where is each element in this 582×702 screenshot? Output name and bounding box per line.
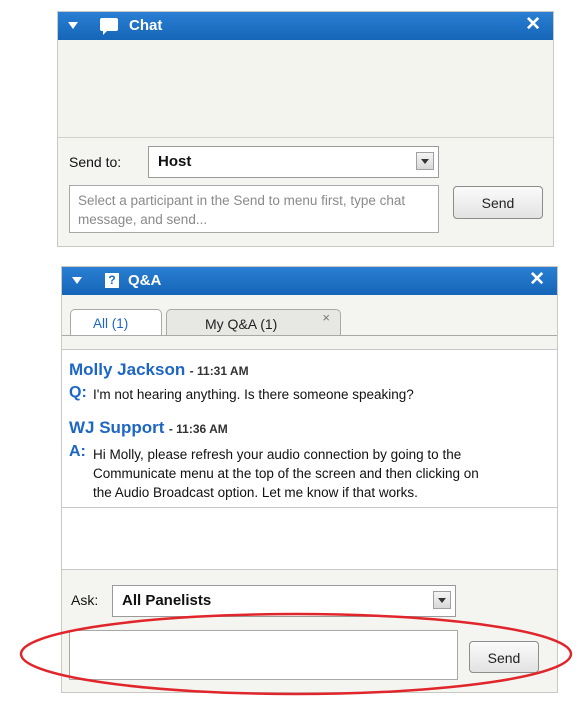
- tab-baseline: [62, 335, 557, 336]
- answer-text-line: Communicate menu at the top of the scree…: [93, 466, 479, 481]
- qa-list-divider: [62, 507, 557, 508]
- tab-my-qa[interactable]: My Q&A (1) ×: [166, 309, 341, 336]
- send-to-label: Send to:: [69, 154, 122, 170]
- tab-all-label: All (1): [93, 316, 129, 331]
- qa-title: Q&A: [128, 272, 162, 289]
- chat-message-placeholder: Select a participant in the Send to menu…: [78, 193, 406, 227]
- qa-entry: WJ Support - 11:36 AM: [69, 418, 228, 438]
- tab-my-qa-label: My Q&A (1): [205, 316, 278, 332]
- answer-author: WJ Support: [69, 418, 165, 437]
- chat-panel: Chat ✕ Send to: Host Select a participan…: [57, 11, 554, 247]
- question-text: I'm not hearing anything. Is there someo…: [93, 387, 414, 402]
- chat-send-label: Send: [481, 195, 515, 211]
- send-to-select[interactable]: Host: [148, 146, 439, 178]
- qa-send-button[interactable]: Send: [469, 641, 539, 673]
- answer-prefix: A:: [69, 443, 86, 460]
- qa-entry: Molly Jackson - 11:31 AM: [69, 360, 249, 380]
- tab-all[interactable]: All (1): [70, 309, 162, 336]
- collapse-arrow-icon[interactable]: [68, 22, 78, 29]
- chevron-down-icon[interactable]: [416, 152, 434, 170]
- close-icon[interactable]: ✕: [525, 15, 541, 35]
- ask-value: All Panelists: [122, 592, 212, 609]
- qa-send-label: Send: [487, 650, 521, 666]
- chat-divider: [58, 137, 553, 138]
- question-time: - 11:31 AM: [189, 364, 249, 378]
- chat-bubble-tail: [103, 30, 108, 35]
- chat-message-input[interactable]: Select a participant in the Send to menu…: [69, 185, 439, 233]
- ask-select[interactable]: All Panelists: [112, 585, 456, 617]
- question-author: Molly Jackson: [69, 360, 186, 379]
- chevron-down-icon[interactable]: [433, 591, 451, 609]
- ask-label: Ask:: [71, 592, 99, 608]
- collapse-arrow-icon[interactable]: [72, 277, 82, 284]
- tab-close-icon[interactable]: ×: [322, 310, 330, 325]
- chat-message-area: [58, 40, 553, 137]
- qa-panel: ? Q&A ✕ All (1) My Q&A (1) × Molly Jacks…: [61, 266, 558, 693]
- answer-text-line: Hi Molly, please refresh your audio conn…: [93, 447, 462, 462]
- qa-content-area: Molly Jackson - 11:31 AM Q: I'm not hear…: [62, 349, 557, 570]
- question-prefix: Q:: [69, 384, 87, 401]
- answer-text-line: the Audio Broadcast option. Let me know …: [93, 485, 418, 500]
- chat-send-button[interactable]: Send: [453, 186, 543, 219]
- question-icon: ?: [105, 273, 119, 288]
- chat-titlebar: Chat ✕: [58, 12, 553, 40]
- question-input[interactable]: [69, 630, 458, 680]
- answer-time: - 11:36 AM: [168, 422, 228, 436]
- send-to-value: Host: [158, 153, 192, 170]
- chat-title: Chat: [129, 17, 163, 34]
- close-icon[interactable]: ✕: [529, 270, 545, 290]
- qa-titlebar: ? Q&A ✕: [62, 267, 557, 295]
